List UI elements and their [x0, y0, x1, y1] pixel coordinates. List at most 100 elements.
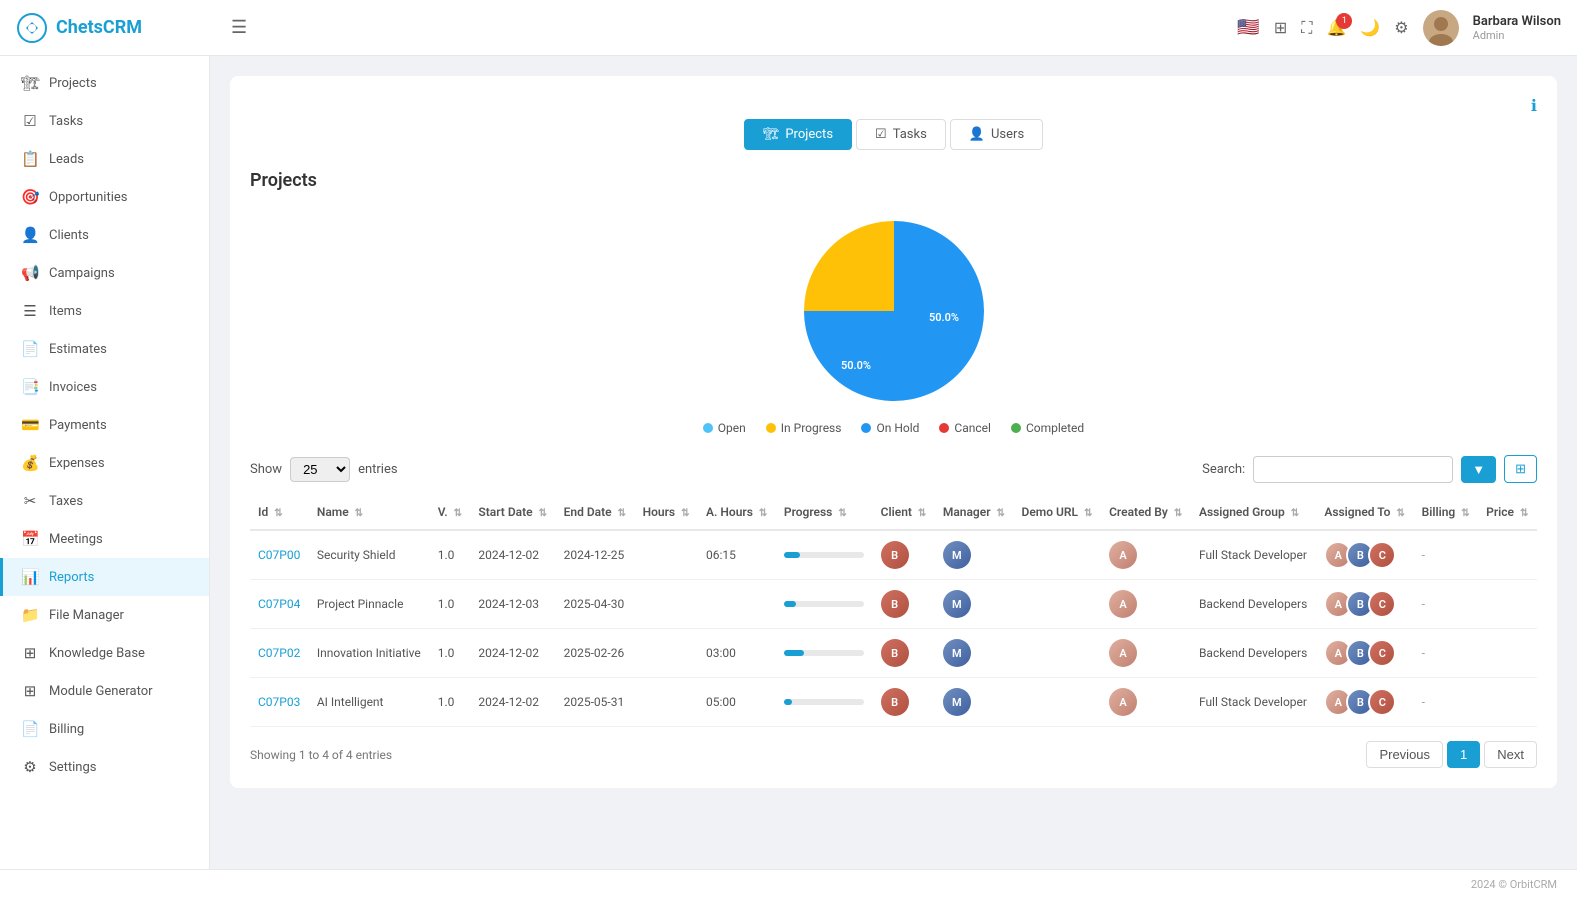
sidebar-item-taxes[interactable]: ✂ Taxes: [0, 482, 209, 520]
controls-row: Show 25 10 50 100 entries Search: ▼ ⊞: [250, 455, 1537, 483]
col-name[interactable]: Name ⇅: [309, 495, 430, 530]
table-row: C07P04 Project Pinnacle 1.0 2024-12-03 2…: [250, 580, 1537, 629]
sidebar-item-label: Projects: [49, 76, 97, 91]
fullscreen-icon[interactable]: ⛶: [1301, 18, 1312, 38]
previous-button[interactable]: Previous: [1366, 741, 1443, 768]
col-billing[interactable]: Billing ⇅: [1414, 495, 1479, 530]
project-progress: [776, 580, 873, 629]
info-icon[interactable]: ℹ: [1531, 96, 1537, 115]
col-version[interactable]: V. ⇅: [430, 495, 471, 530]
payments-icon: 💳: [21, 416, 39, 434]
search-row: Search: ▼ ⊞: [1202, 455, 1537, 483]
search-label: Search:: [1202, 462, 1245, 477]
completed-dot: [1011, 423, 1021, 433]
projects-icon: 🏗: [21, 74, 39, 92]
sidebar: 🏗 Projects ☑ Tasks 📋 Leads 🎯 Opportuniti…: [0, 56, 210, 869]
grid-view-button[interactable]: ⊞: [1504, 455, 1537, 483]
sidebar-item-items[interactable]: ☰ Items: [0, 292, 209, 330]
col-hours[interactable]: Hours ⇅: [635, 495, 698, 530]
project-id-link[interactable]: C07P03: [258, 695, 300, 709]
project-manager: M: [935, 580, 1014, 629]
project-progress: [776, 629, 873, 678]
project-id-link[interactable]: C07P00: [258, 548, 300, 562]
project-hours: [635, 530, 698, 580]
sidebar-item-settings[interactable]: ⚙ Settings: [0, 748, 209, 786]
project-assigned-group: Full Stack Developer: [1191, 678, 1316, 727]
col-client[interactable]: Client ⇅: [873, 495, 935, 530]
col-a-hours[interactable]: A. Hours ⇅: [698, 495, 776, 530]
col-progress[interactable]: Progress ⇅: [776, 495, 873, 530]
project-created-by: A: [1101, 629, 1191, 678]
sidebar-item-opportunities[interactable]: 🎯 Opportunities: [0, 178, 209, 216]
avatar[interactable]: [1423, 10, 1459, 46]
project-hours: [635, 580, 698, 629]
project-name: Innovation Initiative: [309, 629, 430, 678]
sidebar-item-module-generator[interactable]: ⊞ Module Generator: [0, 672, 209, 710]
entries-select[interactable]: 25 10 50 100: [290, 457, 350, 482]
notification-icon[interactable]: 🔔 1: [1326, 18, 1346, 37]
footer-text: 2024 © OrbitCRM: [1471, 878, 1557, 891]
assignee-avatar: C: [1368, 590, 1396, 618]
next-button[interactable]: Next: [1484, 741, 1537, 768]
list-view-button[interactable]: ▼: [1461, 456, 1496, 483]
sidebar-item-estimates[interactable]: 📄 Estimates: [0, 330, 209, 368]
col-manager[interactable]: Manager ⇅: [935, 495, 1014, 530]
project-assigned-group: Full Stack Developer: [1191, 530, 1316, 580]
col-assigned-to[interactable]: Assigned To ⇅: [1316, 495, 1413, 530]
tabs: 🏗 Projects ☑ Tasks 👤 Users: [250, 119, 1537, 150]
apps-icon[interactable]: ⊞: [1274, 18, 1287, 37]
sidebar-item-knowledge-base[interactable]: ⊞ Knowledge Base: [0, 634, 209, 672]
sidebar-item-clients[interactable]: 👤 Clients: [0, 216, 209, 254]
col-created-by[interactable]: Created By ⇅: [1101, 495, 1191, 530]
project-end-date: 2025-02-26: [556, 629, 635, 678]
created-by-avatar: A: [1109, 590, 1137, 618]
search-input[interactable]: [1253, 456, 1453, 483]
page-1-button[interactable]: 1: [1447, 741, 1480, 768]
sidebar-item-reports[interactable]: 📊 Reports: [0, 558, 209, 596]
project-end-date: 2024-12-25: [556, 530, 635, 580]
header: ChetsCRM ☰ 🇺🇸 ⊞ ⛶ 🔔 1 🌙 ⚙ Barbara Wilson…: [0, 0, 1577, 56]
logo: ChetsCRM: [16, 12, 211, 44]
col-end-date[interactable]: End Date ⇅: [556, 495, 635, 530]
tab-tasks[interactable]: ☑ Tasks: [856, 119, 946, 150]
tab-projects[interactable]: 🏗 Projects: [744, 119, 852, 150]
sidebar-item-billing[interactable]: 📄 Billing: [0, 710, 209, 748]
sidebar-item-file-manager[interactable]: 📁 File Manager: [0, 596, 209, 634]
project-id-link[interactable]: C07P02: [258, 646, 300, 660]
dark-mode-icon[interactable]: 🌙: [1360, 18, 1380, 37]
sidebar-item-label: Module Generator: [49, 684, 153, 699]
project-hours: [635, 678, 698, 727]
col-start-date[interactable]: Start Date ⇅: [470, 495, 555, 530]
project-price: [1478, 629, 1537, 678]
on-hold-dot: [861, 423, 871, 433]
sidebar-item-projects[interactable]: 🏗 Projects: [0, 64, 209, 102]
sidebar-item-expenses[interactable]: 💰 Expenses: [0, 444, 209, 482]
client-avatar: B: [881, 541, 909, 569]
created-by-avatar: A: [1109, 639, 1137, 667]
col-demo-url[interactable]: Demo URL ⇅: [1014, 495, 1102, 530]
settings-icon[interactable]: ⚙: [1394, 18, 1408, 37]
project-id-link[interactable]: C07P04: [258, 597, 300, 611]
table-row: C07P03 AI Intelligent 1.0 2024-12-02 202…: [250, 678, 1537, 727]
project-client: B: [873, 678, 935, 727]
tab-users[interactable]: 👤 Users: [950, 119, 1043, 150]
sidebar-item-payments[interactable]: 💳 Payments: [0, 406, 209, 444]
col-price[interactable]: Price ⇅: [1478, 495, 1537, 530]
items-icon: ☰: [21, 302, 39, 320]
sidebar-item-tasks[interactable]: ☑ Tasks: [0, 102, 209, 140]
hamburger-button[interactable]: ☰: [223, 13, 255, 42]
manager-avatar: M: [943, 541, 971, 569]
project-assigned-to: A B C: [1316, 629, 1413, 678]
col-assigned-group[interactable]: Assigned Group ⇅: [1191, 495, 1316, 530]
sidebar-item-invoices[interactable]: 📑 Invoices: [0, 368, 209, 406]
sidebar-item-meetings[interactable]: 📅 Meetings: [0, 520, 209, 558]
sidebar-item-leads[interactable]: 📋 Leads: [0, 140, 209, 178]
sidebar-item-campaigns[interactable]: 📢 Campaigns: [0, 254, 209, 292]
user-name: Barbara Wilson: [1473, 14, 1561, 29]
col-id[interactable]: Id ⇅: [250, 495, 309, 530]
table-row: C07P02 Innovation Initiative 1.0 2024-12…: [250, 629, 1537, 678]
tab-projects-icon: 🏗: [763, 127, 780, 142]
created-by-avatar: A: [1109, 541, 1137, 569]
project-assigned-to: A B C: [1316, 530, 1413, 580]
language-flag[interactable]: 🇺🇸: [1237, 17, 1259, 38]
